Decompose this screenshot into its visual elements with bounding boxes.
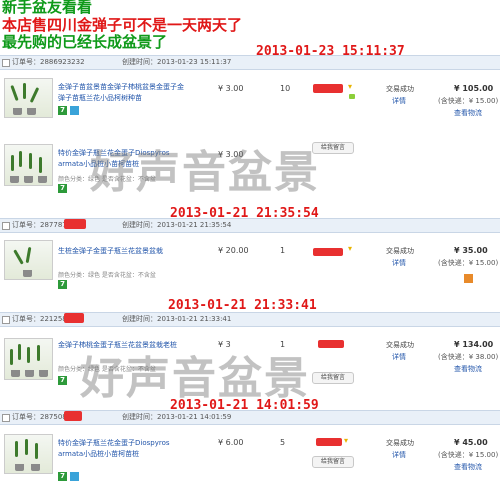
- redacted-buyer: [313, 84, 343, 93]
- order-1-header-row: 订单号：2886923232 创建时间：2013-01-23 15:11:37: [0, 55, 500, 70]
- flag-icon[interactable]: ▾: [344, 436, 348, 445]
- item-price: ¥ 3.00: [218, 84, 244, 93]
- redacted-buyer: [313, 248, 343, 256]
- order-status: 交易成功: [386, 247, 414, 255]
- order-2-created: 创建时间：2013-01-21 21:35:54: [122, 221, 232, 229]
- order-2-number: 订单号：2877876: [12, 221, 72, 229]
- order-shipping: (含快递：¥ 15.00): [438, 259, 499, 267]
- redacted-buyer: [316, 438, 342, 446]
- order-4-checkbox[interactable]: [2, 414, 10, 422]
- order-detail-link[interactable]: 详情: [392, 352, 406, 362]
- product-thumbnail[interactable]: [4, 78, 53, 118]
- order-total: ¥ 134.00: [454, 340, 494, 349]
- view-logistics-link[interactable]: 查看物流: [454, 364, 482, 374]
- product-thumbnail[interactable]: [4, 338, 53, 380]
- product-thumbnail[interactable]: [4, 434, 53, 474]
- order-status: 交易成功: [386, 85, 414, 93]
- redacted-order-number: [64, 411, 82, 421]
- view-logistics-link[interactable]: 查看物流: [454, 462, 482, 472]
- redacted-order-number: [64, 313, 84, 323]
- product-thumbnail[interactable]: [4, 144, 53, 186]
- caption-line-3: 最先购的已经长成盆景了: [2, 33, 168, 51]
- order-1-number: 订单号：2886923232: [12, 58, 85, 66]
- order-detail-link[interactable]: 详情: [392, 450, 406, 460]
- product-title[interactable]: 特价金弹子瓶兰花金蛋子Diospyros armata小品桩小苗柯苗桩: [58, 438, 184, 460]
- order-shipping: (含快递：¥ 15.00): [438, 97, 499, 105]
- order-3-number: 订单号：2212589: [12, 315, 72, 323]
- leave-message-button[interactable]: 给我留言: [312, 456, 354, 468]
- order-4-number: 订单号：2875086: [12, 413, 72, 421]
- item-quantity: 10: [280, 84, 291, 93]
- order-detail-link[interactable]: 详情: [392, 258, 406, 268]
- order-3-created: 创建时间：2013-01-21 21:33:41: [122, 315, 232, 323]
- flag-icon[interactable]: ▾: [348, 82, 352, 91]
- service-icon: [70, 472, 79, 481]
- logistics-icon[interactable]: [464, 274, 473, 283]
- product-title[interactable]: 生桩金弹子金蛋子瓶兰花盆景盆栽: [58, 246, 184, 257]
- order-detail-link[interactable]: 详情: [392, 96, 406, 106]
- redacted-order-number: [64, 219, 86, 229]
- order-total: ¥ 35.00: [454, 246, 488, 255]
- order-3-checkbox[interactable]: [2, 316, 10, 324]
- item-quantity: 1: [280, 246, 286, 255]
- seven-day-return-icon: 7: [58, 106, 67, 115]
- seven-day-return-icon: 7: [58, 472, 67, 481]
- seven-day-return-icon: 7: [58, 280, 67, 289]
- service-icon: [70, 106, 79, 115]
- caption-line-1: 新手盆友看看: [2, 0, 93, 16]
- order-2-checkbox[interactable]: [2, 222, 10, 230]
- item-price: ¥ 20.00: [218, 246, 249, 255]
- caption-line-2: 本店售四川金弹子可不是一天两天了: [2, 16, 243, 34]
- seven-day-return-icon: 7: [58, 376, 67, 385]
- chat-icon[interactable]: [349, 94, 355, 99]
- watermark: 好声音盆景: [80, 353, 310, 404]
- order-shipping: (含快递：¥ 38.00): [438, 353, 499, 361]
- leave-message-button[interactable]: 给我留言: [312, 372, 354, 384]
- view-logistics-link[interactable]: 查看物流: [454, 108, 482, 118]
- order-3-big-date: 2013-01-21 21:33:41: [168, 298, 317, 313]
- product-thumbnail[interactable]: [4, 240, 53, 280]
- item-attributes: 颜色分类：绿色 是否含花盆：不含盆: [58, 272, 156, 279]
- item-quantity: 5: [280, 438, 286, 447]
- order-status: 交易成功: [386, 341, 414, 349]
- order-4-created: 创建时间：2013-01-21 14:01:59: [122, 413, 232, 421]
- watermark: 好声音盆景: [90, 147, 320, 198]
- product-title[interactable]: 金弹子苗盆景苗金弹子柿桃盆景金蛋子金弹子苗瓶兰花小品柯树种苗: [58, 82, 184, 104]
- order-total: ¥ 105.00: [454, 84, 494, 93]
- order-status: 交易成功: [386, 439, 414, 447]
- order-total: ¥ 45.00: [454, 438, 488, 447]
- order-1-checkbox[interactable]: [2, 59, 10, 67]
- order-1-created: 创建时间：2013-01-23 15:11:37: [122, 58, 232, 66]
- item-price: ¥ 6.00: [218, 438, 244, 447]
- redacted-buyer: [318, 340, 344, 348]
- order-shipping: (含快递：¥ 15.00): [438, 451, 499, 459]
- seven-day-return-icon: 7: [58, 184, 67, 193]
- flag-icon[interactable]: ▾: [348, 244, 352, 253]
